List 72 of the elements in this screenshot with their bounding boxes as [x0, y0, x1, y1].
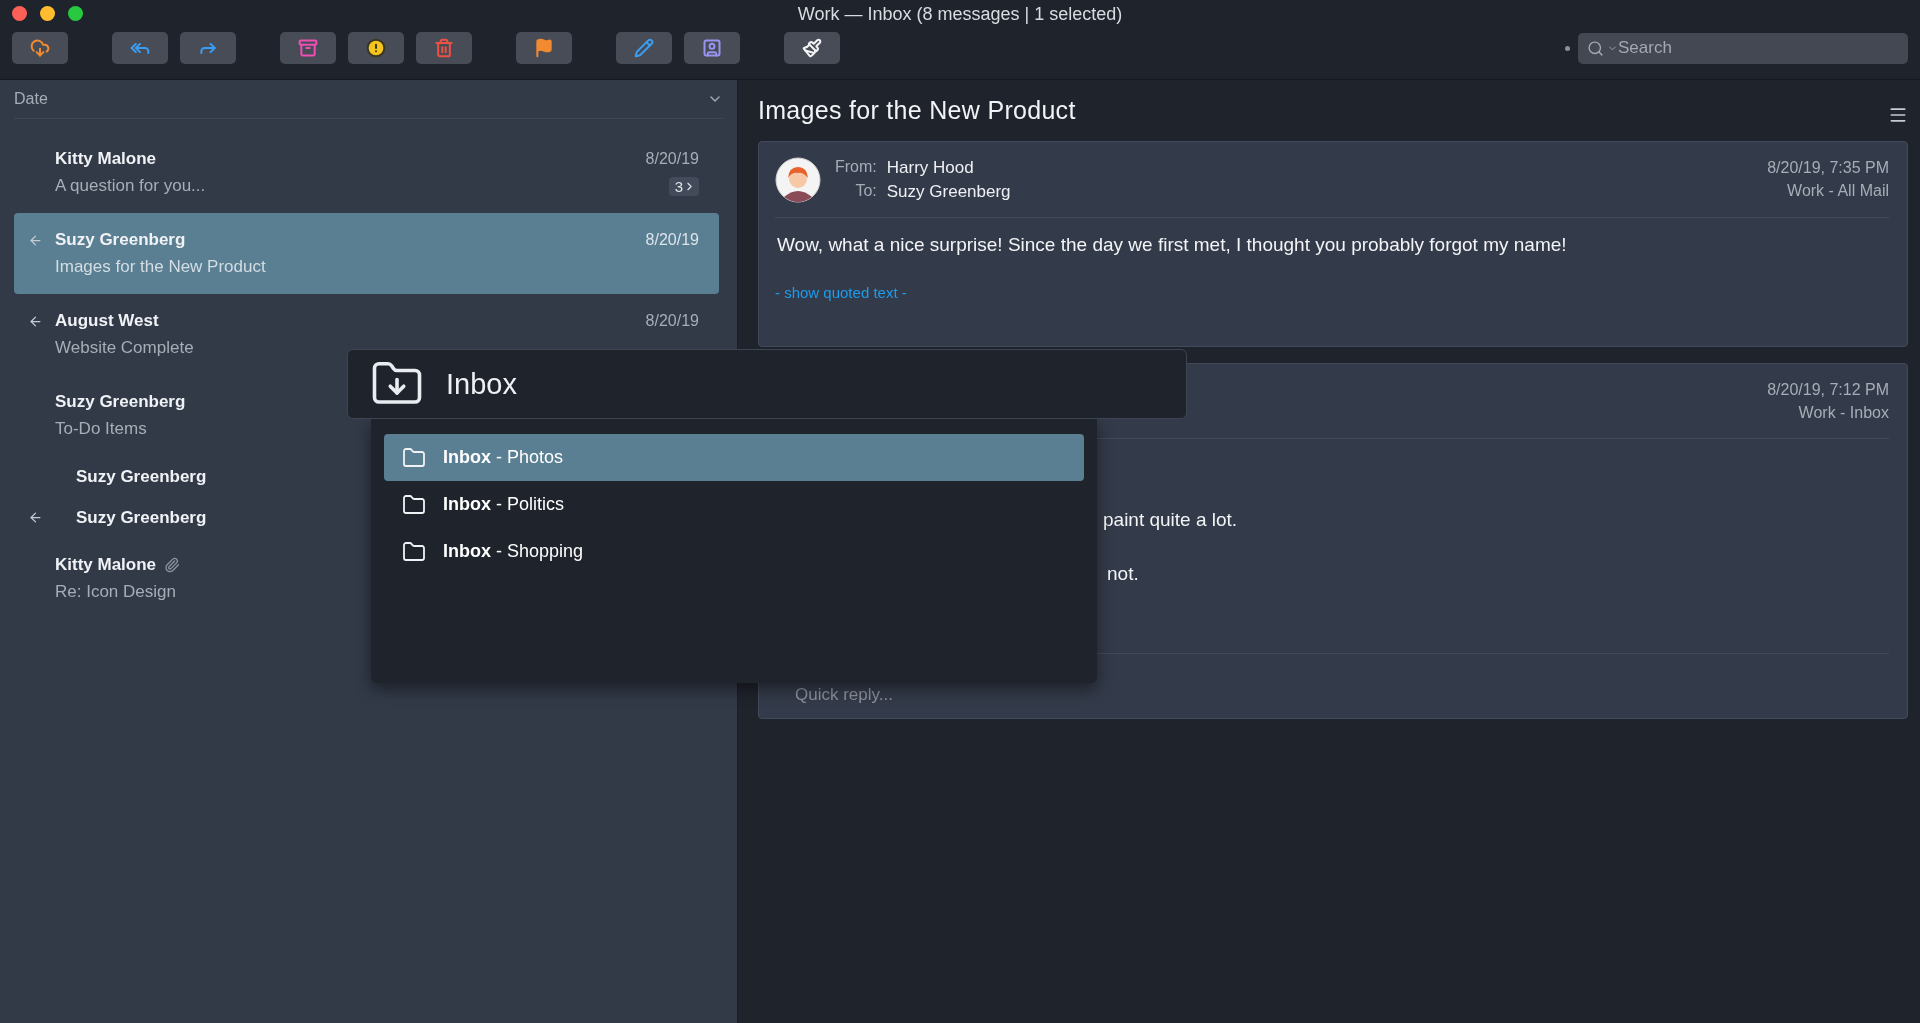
message-subject: Images for the New Product: [55, 257, 267, 277]
close-button[interactable]: [12, 6, 27, 21]
search-icon: [1587, 39, 1604, 57]
get-mail-button[interactable]: [12, 32, 68, 64]
folder-label: Inbox - Politics: [443, 494, 564, 515]
sender-name: Suzy Greenberg: [76, 507, 207, 528]
reply-all-button[interactable]: [112, 32, 168, 64]
folder-label: Inbox - Photos: [443, 447, 564, 468]
message-subject: Re: Icon Design: [55, 582, 177, 602]
quick-reply-field[interactable]: Quick reply...: [775, 684, 1889, 706]
sort-label[interactable]: Date: [14, 90, 48, 108]
show-quoted-text-link[interactable]: - show quoted text -: [775, 284, 907, 301]
message-subject: Website Complete: [55, 338, 195, 358]
folder-query: Inbox: [446, 367, 517, 401]
message-date: 8/20/19, 7:35 PM: [1767, 159, 1889, 177]
folder-icon: [402, 492, 426, 517]
message-subject: A question for you...: [55, 176, 207, 196]
search-field[interactable]: Search: [1578, 32, 1908, 64]
delete-button[interactable]: [416, 32, 472, 64]
sender-name: Suzy Greenberg: [55, 392, 186, 412]
folder-name: Work - Inbox: [1798, 403, 1889, 422]
flag-button[interactable]: [516, 32, 572, 64]
folder-icon: [402, 539, 426, 564]
contacts-button[interactable]: [684, 32, 740, 64]
sender-name: Kitty Malone: [55, 149, 157, 169]
folder-suggestion[interactable]: Inbox - Photos: [384, 434, 1084, 481]
recipient-name: Suzy Greenberg: [886, 181, 1011, 202]
archive-icon: [298, 38, 318, 58]
message-date: 8/20/19: [645, 150, 699, 168]
trash-icon: [434, 38, 454, 58]
spam-button[interactable]: [348, 32, 404, 64]
thread-count-badge[interactable]: 3: [668, 176, 699, 196]
brush-icon: [802, 38, 822, 58]
message-body: paint quite a lot.: [1103, 509, 1238, 531]
folder-icon: [402, 445, 426, 470]
sender-name: Suzy Greenberg: [55, 230, 186, 250]
message-body: not.: [1107, 563, 1139, 585]
menu-icon[interactable]: [1888, 105, 1908, 125]
folder-label: Inbox - Shopping: [443, 541, 584, 562]
clean-up-button[interactable]: [784, 32, 840, 64]
message-body: Wow, what a nice surprise! Since the day we first met, I thought you probably forgot my name!: [777, 234, 1567, 256]
status-dot: [1565, 45, 1570, 51]
cloud-download-icon: [30, 38, 50, 58]
zoom-button[interactable]: [68, 6, 83, 21]
alert-icon: [366, 38, 386, 58]
minimize-button[interactable]: [40, 6, 55, 21]
replied-arrow-icon: [28, 232, 43, 248]
sender-name: August West: [55, 311, 159, 331]
replied-arrow-icon: [28, 313, 43, 329]
contact-card-icon: [702, 38, 722, 58]
flag-icon: [534, 38, 554, 58]
message-subject-heading: Images for the New Product: [758, 96, 1076, 125]
sender-name: Kitty Malone: [55, 555, 157, 575]
avatar-icon: [775, 156, 821, 203]
message-subject: To-Do Items: [55, 419, 148, 439]
message-date: 8/20/19, 7:12 PM: [1767, 380, 1889, 399]
forward-button[interactable]: [180, 32, 236, 64]
message-date: 8/20/19: [645, 312, 699, 330]
message-row[interactable]: Suzy Greenberg 8/20/19 Images for the New Product: [14, 213, 719, 294]
pencil-icon: [634, 38, 654, 58]
folder-suggestion[interactable]: Inbox - Shopping: [384, 528, 1084, 575]
sender-name: Harry Hood: [886, 157, 975, 178]
window-title: Work — Inbox (8 messages | 1 selected): [797, 3, 1123, 25]
folder-suggestion[interactable]: Inbox - Politics: [384, 481, 1084, 528]
from-label: From:: [835, 157, 877, 177]
folder-name: Work - All Mail: [1787, 182, 1889, 200]
replied-arrow-icon: [28, 510, 43, 525]
message-row[interactable]: Kitty Malone 8/20/19 A question for you... 3: [14, 132, 719, 213]
compose-button[interactable]: [616, 32, 672, 64]
message-date: 8/20/19: [645, 231, 699, 249]
to-label: To:: [854, 181, 877, 201]
archive-button[interactable]: [280, 32, 336, 64]
